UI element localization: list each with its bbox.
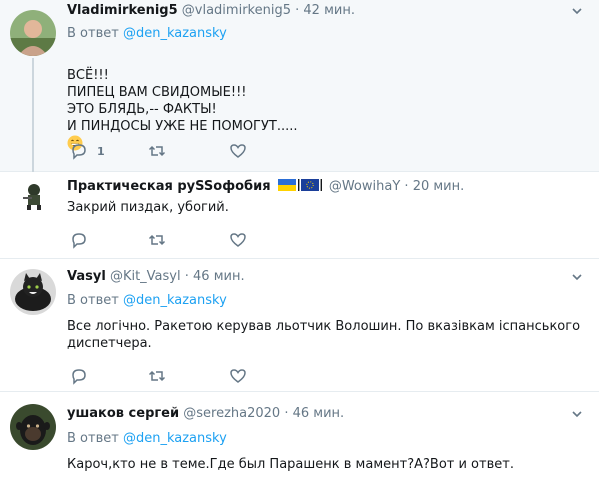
user-handle[interactable]: @WowihaY xyxy=(329,179,400,194)
replying-prefix: В ответ xyxy=(67,293,119,308)
timestamp[interactable]: 42 мин. xyxy=(303,3,355,18)
chevron-down-icon[interactable] xyxy=(571,408,583,420)
retweet-button[interactable] xyxy=(148,367,166,385)
reply-button[interactable]: 1 xyxy=(70,142,105,160)
separator-dot: · xyxy=(184,269,189,284)
like-button[interactable] xyxy=(229,231,247,249)
chevron-down-icon[interactable] xyxy=(571,5,583,17)
replying-to: В ответ @den_kazansky xyxy=(67,292,227,310)
reply-count: 1 xyxy=(97,144,105,158)
avatar[interactable] xyxy=(18,180,50,212)
mention-link[interactable]: @den_kazansky xyxy=(123,431,227,446)
avatar[interactable] xyxy=(10,269,56,315)
replying-to: В ответ @den_kazansky xyxy=(67,430,227,448)
tweet-text: Закрий пиздак, убогий. xyxy=(67,200,229,215)
reply-icon xyxy=(72,144,86,160)
timestamp[interactable]: 20 мин. xyxy=(413,179,465,194)
reply-button[interactable] xyxy=(70,367,88,385)
tweet[interactable]: Vasyl @Kit_Vasyl · 46 мин. В ответ @den_… xyxy=(0,259,599,392)
like-button[interactable] xyxy=(229,142,247,160)
heart-icon xyxy=(230,369,246,383)
display-name[interactable]: Практическая руSSофобия xyxy=(67,179,271,194)
avatar[interactable] xyxy=(10,10,56,56)
display-name[interactable]: Vasyl xyxy=(67,269,106,284)
thread-line xyxy=(32,58,34,172)
display-name[interactable]: ушаков сергей xyxy=(67,406,179,421)
chevron-down-icon[interactable] xyxy=(571,271,583,283)
display-name[interactable]: Vladimirkenig5 xyxy=(67,3,178,18)
heart-icon xyxy=(230,144,246,158)
separator-dot: · xyxy=(295,3,300,18)
mention-link[interactable]: @den_kazansky xyxy=(123,293,227,308)
tweet[interactable]: ушаков сергей @serezha2020 · 46 мин. В о… xyxy=(0,392,599,478)
tweet-header: Vladimirkenig5 @vladimirkenig5 · 42 мин. xyxy=(67,2,355,20)
timestamp[interactable]: 46 мин. xyxy=(193,269,245,284)
reply-icon xyxy=(72,369,86,385)
replying-prefix: В ответ xyxy=(67,431,119,446)
tweet-text-body: ВСЁ!!! ПИПЕЦ ВАМ СВИДОМЫЕ!!! ЭТО БЛЯДЬ,-… xyxy=(67,68,298,134)
replying-prefix: В ответ xyxy=(67,26,119,41)
retweet-icon xyxy=(148,370,166,382)
retweet-icon xyxy=(148,145,166,157)
user-handle[interactable]: @vladimirkenig5 xyxy=(182,3,291,18)
tweet-header: ушаков сергей @serezha2020 · 46 мин. xyxy=(67,405,344,423)
heart-icon xyxy=(230,233,246,247)
timestamp[interactable]: 46 мин. xyxy=(293,406,345,421)
tweet-header: Практическая руSSофобия @WowihaY · 20 ми… xyxy=(67,178,464,196)
avatar[interactable] xyxy=(10,404,56,450)
reply-icon xyxy=(72,233,86,249)
tweet-header: Vasyl @Kit_Vasyl · 46 мин. xyxy=(67,268,245,286)
separator-dot: · xyxy=(284,406,289,421)
tweet[interactable]: Vladimirkenig5 @vladimirkenig5 · 42 мин.… xyxy=(0,0,599,172)
tweet[interactable]: Практическая руSSофобия @WowihaY · 20 ми… xyxy=(0,172,599,259)
tweet-text: Кароч,кто не в теме.Где был Парашенк в м… xyxy=(67,457,514,472)
user-handle[interactable]: @Kit_Vasyl xyxy=(110,269,181,284)
tweet-text: Все логічно. Ракетою керував льотчик Вол… xyxy=(67,319,581,351)
retweet-button[interactable] xyxy=(148,142,166,160)
reply-button[interactable] xyxy=(70,231,88,249)
user-handle[interactable]: @serezha2020 xyxy=(183,406,280,421)
retweet-icon xyxy=(148,234,166,246)
flag-icons xyxy=(277,179,322,191)
mention-link[interactable]: @den_kazansky xyxy=(123,26,227,41)
separator-dot: · xyxy=(404,179,409,194)
tweet-text: ВСЁ!!! ПИПЕЦ ВАМ СВИДОМЫЕ!!! ЭТО БЛЯДЬ,-… xyxy=(67,50,298,153)
retweet-button[interactable] xyxy=(148,231,166,249)
replying-to: В ответ @den_kazansky xyxy=(67,25,227,43)
like-button[interactable] xyxy=(229,367,247,385)
